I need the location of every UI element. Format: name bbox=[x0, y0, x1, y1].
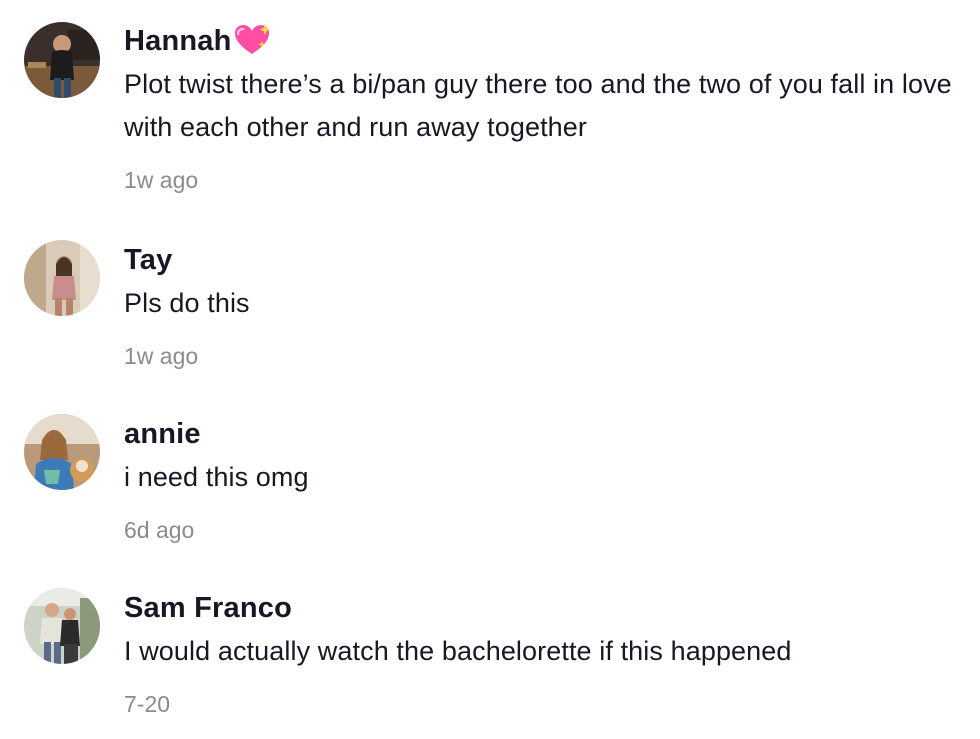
username[interactable]: annie bbox=[124, 416, 960, 452]
timestamp: 7-20 bbox=[124, 691, 171, 717]
comment-text: Plot twist there’s a bi/pan guy there to… bbox=[124, 69, 952, 142]
timestamp: 1w ago bbox=[124, 167, 199, 193]
timestamp: 6d ago bbox=[124, 517, 195, 543]
comment-text: i need this omg bbox=[124, 462, 309, 492]
sparkling-heart-icon bbox=[232, 22, 272, 58]
avatar[interactable] bbox=[24, 240, 100, 316]
username-label: Hannah bbox=[124, 25, 232, 57]
comment-text: I would actually watch the bachelorette … bbox=[124, 636, 792, 666]
comment-text: Pls do this bbox=[124, 288, 250, 318]
username[interactable]: Sam Franco bbox=[124, 590, 960, 626]
timestamp: 1w ago bbox=[124, 343, 199, 369]
username[interactable]: Tay bbox=[124, 242, 960, 278]
avatar[interactable] bbox=[24, 588, 100, 664]
avatar[interactable] bbox=[24, 22, 100, 98]
avatar[interactable] bbox=[24, 414, 100, 490]
username[interactable]: Hannah bbox=[124, 22, 960, 59]
